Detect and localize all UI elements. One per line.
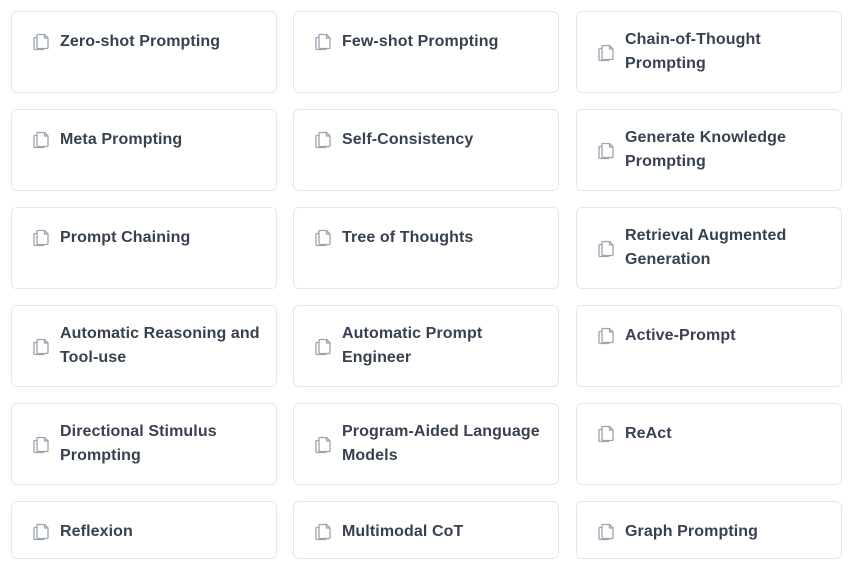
card-label: Automatic Prompt Engineer <box>342 325 483 366</box>
document-copy-icon <box>314 521 332 541</box>
technique-card-grid: Zero-shot Prompting Few-shot Prompting C… <box>0 0 853 574</box>
document-copy-icon <box>597 42 615 62</box>
card-graph-prompting[interactable]: Graph Prompting <box>576 501 842 559</box>
card-label: Generate Knowledge Prompting <box>625 129 786 170</box>
document-copy-icon <box>32 521 50 541</box>
document-copy-icon <box>32 336 50 356</box>
document-copy-icon <box>32 129 50 149</box>
document-copy-icon <box>314 227 332 247</box>
card-label: Self-Consistency <box>342 131 474 148</box>
document-copy-icon <box>314 434 332 454</box>
document-copy-icon <box>32 434 50 454</box>
card-few-shot-prompting[interactable]: Few-shot Prompting <box>293 11 559 93</box>
card-label: ReAct <box>625 425 672 442</box>
card-label: Multimodal CoT <box>342 523 464 540</box>
card-zero-shot-prompting[interactable]: Zero-shot Prompting <box>11 11 277 93</box>
card-label: Zero-shot Prompting <box>60 33 221 50</box>
card-label: Tree of Thoughts <box>342 229 474 246</box>
card-tree-of-thoughts[interactable]: Tree of Thoughts <box>293 207 559 289</box>
document-copy-icon <box>32 31 50 51</box>
card-directional-stimulus-prompting[interactable]: Directional Stimulus Prompting <box>11 403 277 485</box>
card-meta-prompting[interactable]: Meta Prompting <box>11 109 277 191</box>
card-self-consistency[interactable]: Self-Consistency <box>293 109 559 191</box>
document-copy-icon <box>597 140 615 160</box>
card-automatic-reasoning-and-tool-use[interactable]: Automatic Reasoning and Tool-use <box>11 305 277 387</box>
card-generate-knowledge-prompting[interactable]: Generate Knowledge Prompting <box>576 109 842 191</box>
card-label: Chain-of-Thought Prompting <box>625 31 761 72</box>
card-react[interactable]: ReAct <box>576 403 842 485</box>
card-automatic-prompt-engineer[interactable]: Automatic Prompt Engineer <box>293 305 559 387</box>
card-label: Directional Stimulus Prompting <box>60 423 217 464</box>
card-program-aided-language-models[interactable]: Program-Aided Language Models <box>293 403 559 485</box>
document-copy-icon <box>314 129 332 149</box>
card-label: Active-Prompt <box>625 327 736 344</box>
card-label: Automatic Reasoning and Tool-use <box>60 325 260 366</box>
card-label: Few-shot Prompting <box>342 33 499 50</box>
card-label: Meta Prompting <box>60 131 183 148</box>
card-prompt-chaining[interactable]: Prompt Chaining <box>11 207 277 289</box>
card-reflexion[interactable]: Reflexion <box>11 501 277 559</box>
card-label: Graph Prompting <box>625 523 759 540</box>
document-copy-icon <box>597 521 615 541</box>
card-label: Reflexion <box>60 523 133 540</box>
card-label: Prompt Chaining <box>60 229 191 246</box>
document-copy-icon <box>32 227 50 247</box>
card-active-prompt[interactable]: Active-Prompt <box>576 305 842 387</box>
card-label: Program-Aided Language Models <box>342 423 540 464</box>
card-multimodal-cot[interactable]: Multimodal CoT <box>293 501 559 559</box>
document-copy-icon <box>314 31 332 51</box>
card-label: Retrieval Augmented Generation <box>625 227 787 268</box>
document-copy-icon <box>597 325 615 345</box>
card-chain-of-thought-prompting[interactable]: Chain-of-Thought Prompting <box>576 11 842 93</box>
document-copy-icon <box>314 336 332 356</box>
document-copy-icon <box>597 238 615 258</box>
document-copy-icon <box>597 423 615 443</box>
card-retrieval-augmented-generation[interactable]: Retrieval Augmented Generation <box>576 207 842 289</box>
